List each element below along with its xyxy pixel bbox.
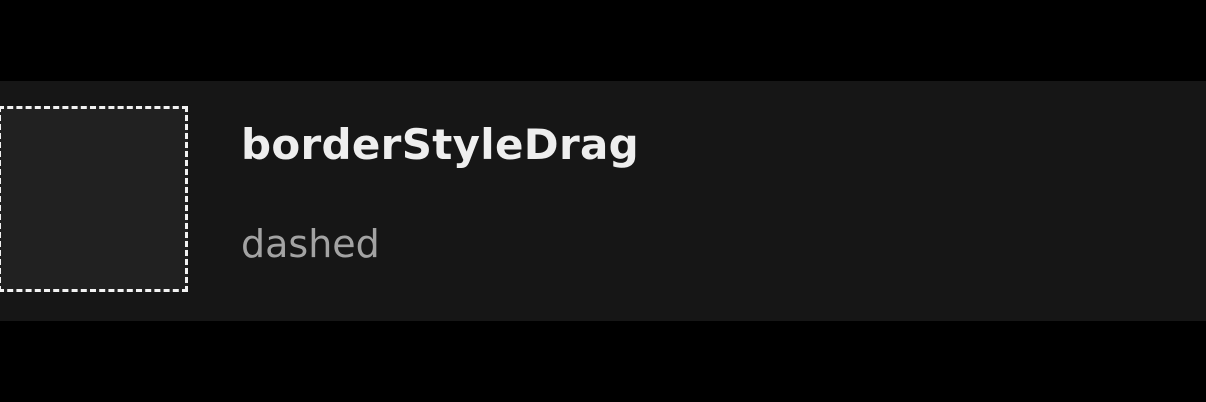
property-name: borderStyleDrag <box>241 120 639 169</box>
property-row[interactable]: borderStyleDrag dashed <box>0 81 1206 321</box>
property-value: dashed <box>241 222 380 266</box>
border-style-preview <box>0 106 188 292</box>
